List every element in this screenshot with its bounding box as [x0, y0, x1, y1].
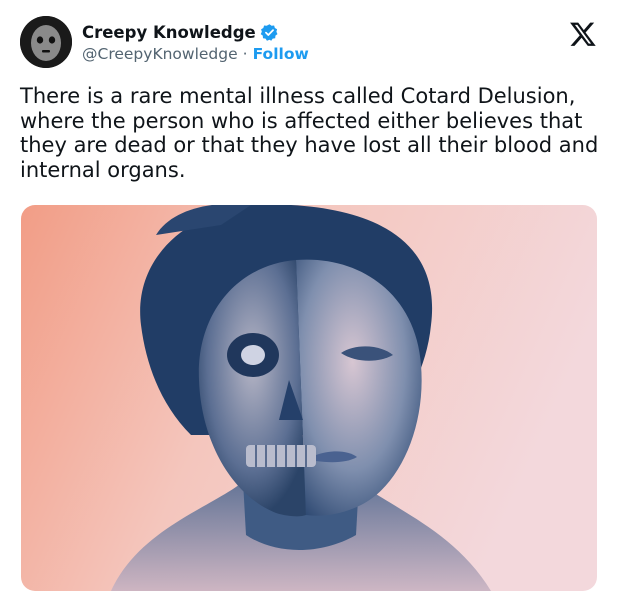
name-row: Creepy Knowledge — [82, 20, 309, 44]
avatar-image — [20, 16, 72, 68]
avatar[interactable] — [20, 16, 72, 68]
tweet-media[interactable] — [21, 205, 597, 591]
x-logo-icon[interactable] — [569, 20, 597, 48]
author-info: Creepy Knowledge @CreepyKnowledge · Foll… — [82, 20, 309, 64]
follow-button[interactable]: Follow — [253, 45, 309, 63]
tweet-text: There is a rare mental illness called Co… — [20, 84, 599, 182]
media-photo — [21, 205, 597, 591]
verified-badge-icon — [260, 23, 278, 41]
tweet-header: Creepy Knowledge @CreepyKnowledge · Foll… — [20, 14, 601, 74]
handle-row: @CreepyKnowledge · Follow — [82, 45, 309, 63]
tweet-card: Creepy Knowledge @CreepyKnowledge · Foll… — [0, 0, 617, 600]
display-name[interactable]: Creepy Knowledge — [82, 23, 256, 42]
handle[interactable]: @CreepyKnowledge — [82, 45, 238, 63]
separator-dot: · — [242, 45, 248, 63]
